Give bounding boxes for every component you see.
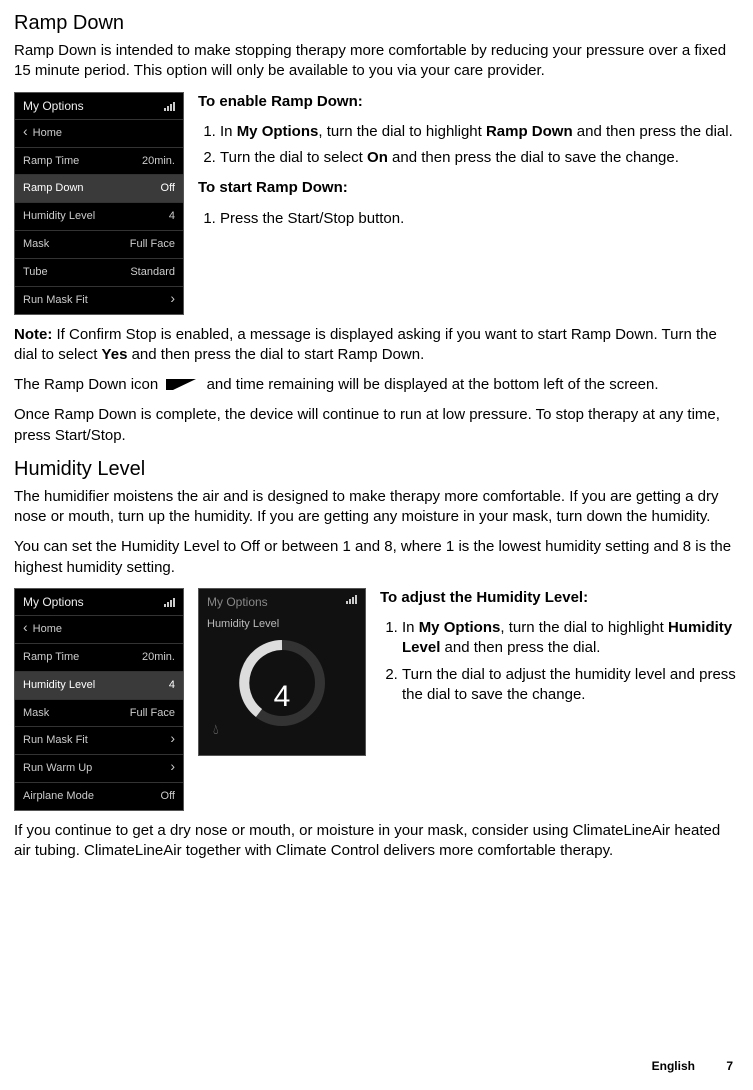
dial-label: Humidity Level xyxy=(199,615,365,632)
menu-row: Run Mask Fit xyxy=(15,727,183,755)
adjust-heading: To adjust the Humidity Level: xyxy=(380,589,588,606)
menu-row-label: Ramp Down xyxy=(23,181,84,196)
menu-row-value: 4 xyxy=(169,678,175,693)
menu-row-value xyxy=(170,733,175,748)
footer-language: English xyxy=(652,1059,695,1073)
enable-step-2: Turn the dial to select On and then pres… xyxy=(220,148,739,168)
adjust-step-2: Turn the dial to adjust the humidity lev… xyxy=(402,665,739,706)
menu-row: Tube Standard xyxy=(15,259,183,287)
menu-row: Humidity Level 4 xyxy=(15,672,183,700)
ramp-down-note: Note: If Confirm Stop is enabled, a mess… xyxy=(14,325,739,366)
footer-page-number: 7 xyxy=(726,1059,733,1073)
menu-row-value: Full Face xyxy=(130,706,175,721)
menu-row-label: Run Mask Fit xyxy=(23,293,88,308)
menu-row: Ramp Time 20min. xyxy=(15,644,183,672)
ramp-down-icon xyxy=(164,376,200,394)
menu-row-label: Humidity Level xyxy=(23,678,95,693)
menu-row-value xyxy=(170,761,175,776)
humidity-outro: If you continue to get a dry nose or mou… xyxy=(14,821,739,862)
menu-row: Airplane Mode Off xyxy=(15,783,183,810)
signal-icon xyxy=(164,597,175,607)
menu-row-value: 20min. xyxy=(142,154,175,169)
signal-icon xyxy=(346,594,357,604)
menu-row: Run Mask Fit xyxy=(15,287,183,314)
adjust-step-1: In My Options, turn the dial to highligh… xyxy=(402,618,739,659)
menu-row-label: Ramp Time xyxy=(23,650,79,665)
device-menu-screenshot-1: My Options Home Ramp Time 20min. Ramp Down O… xyxy=(14,92,184,315)
menu-row-value: Standard xyxy=(130,265,175,280)
menu-row-label: Home xyxy=(23,622,62,637)
dial-value: 4 xyxy=(199,677,365,718)
screen-title: My Options xyxy=(23,98,84,114)
menu-row: Run Warm Up xyxy=(15,755,183,783)
ramp-down-intro: Ramp Down is intended to make stopping t… xyxy=(14,41,739,82)
menu-row-value: 4 xyxy=(169,209,175,224)
menu-row-label: Airplane Mode xyxy=(23,789,94,804)
menu-row-label: Mask xyxy=(23,237,49,252)
device-dial-screenshot: My Options Humidity Level 4 💧︎ xyxy=(198,588,366,756)
menu-row-value: Off xyxy=(161,789,175,804)
menu-row-label: Mask xyxy=(23,706,49,721)
menu-row-label: Tube xyxy=(23,265,48,280)
menu-row-value xyxy=(170,293,175,308)
menu-row: Mask Full Face xyxy=(15,231,183,259)
signal-icon xyxy=(164,101,175,111)
menu-row: Ramp Down Off xyxy=(15,175,183,203)
enable-heading: To enable Ramp Down: xyxy=(198,93,363,110)
droplet-icon: 💧︎ xyxy=(213,720,219,739)
menu-row-value: Off xyxy=(161,181,175,196)
enable-step-1: In My Options, turn the dial to highligh… xyxy=(220,122,739,142)
screen-title: My Options xyxy=(23,594,84,610)
menu-row: Mask Full Face xyxy=(15,700,183,728)
menu-row-label: Run Mask Fit xyxy=(23,733,88,748)
menu-row: Home xyxy=(15,120,183,148)
device-menu-screenshot-2: My Options Home Ramp Time 20min. Humidity L… xyxy=(14,588,184,811)
menu-row-value: Full Face xyxy=(130,237,175,252)
section-heading-humidity: Humidity Level xyxy=(14,456,739,483)
menu-row-label: Home xyxy=(23,126,62,141)
page-footer: English 7 xyxy=(652,1058,733,1074)
menu-row-label: Ramp Time xyxy=(23,154,79,169)
ramp-down-complete: Once Ramp Down is complete, the device w… xyxy=(14,405,739,446)
section-heading-ramp-down: Ramp Down xyxy=(14,10,739,37)
screen-title: My Options xyxy=(207,594,268,610)
start-heading: To start Ramp Down: xyxy=(198,179,348,196)
menu-row-label: Run Warm Up xyxy=(23,761,92,776)
menu-row: Humidity Level 4 xyxy=(15,203,183,231)
menu-row-label: Humidity Level xyxy=(23,209,95,224)
humidity-intro: The humidifier moistens the air and is d… xyxy=(14,487,739,528)
menu-row: Ramp Time 20min. xyxy=(15,148,183,176)
menu-row: Home xyxy=(15,616,183,644)
start-step-1: Press the Start/Stop button. xyxy=(220,209,739,229)
ramp-down-icon-line: The Ramp Down icon and time remaining wi… xyxy=(14,375,739,395)
menu-row-value: 20min. xyxy=(142,650,175,665)
humidity-range: You can set the Humidity Level to Off or… xyxy=(14,537,739,578)
